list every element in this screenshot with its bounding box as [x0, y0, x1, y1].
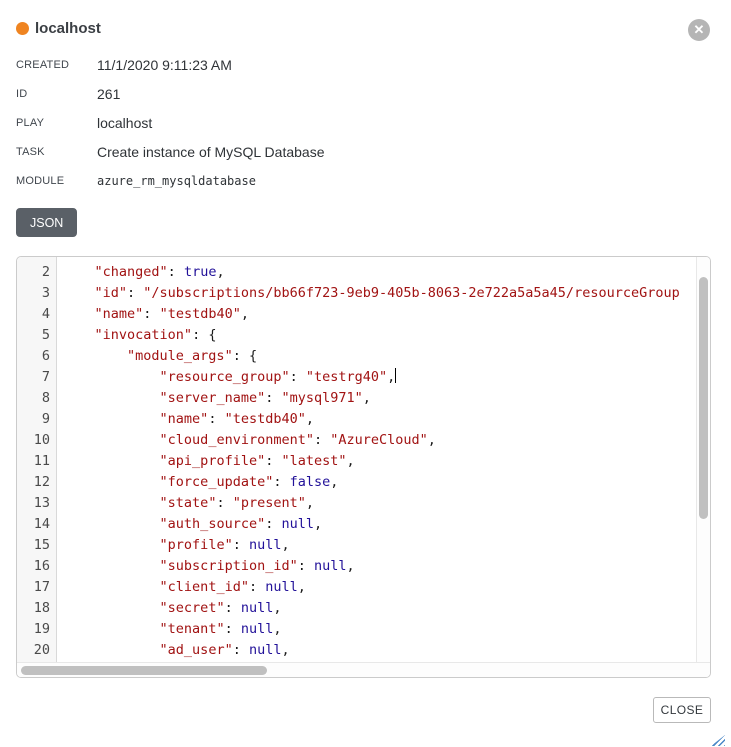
line-content: "name": "testdb40",: [57, 304, 696, 325]
line-number: 17: [17, 577, 57, 598]
line-number: 9: [17, 409, 57, 430]
line-content: "state": "present",: [57, 493, 696, 514]
code-line: 15 "profile": null,: [17, 535, 696, 556]
line-content: "profile": null,: [57, 535, 696, 556]
line-content: "subscription_id": null,: [57, 556, 696, 577]
vertical-scrollbar[interactable]: [696, 257, 710, 662]
line-content: "resource_group": "testrg40",: [57, 367, 696, 388]
detail-row: TASK Create instance of MySQL Database: [16, 137, 616, 166]
line-content: "name": "testdb40",: [57, 409, 696, 430]
detail-value: 261: [97, 86, 120, 102]
code-line: 16 "subscription_id": null,: [17, 556, 696, 577]
detail-label: PLAY: [16, 117, 97, 129]
line-number: 8: [17, 388, 57, 409]
code-line: 7 "resource_group": "testrg40",: [17, 367, 696, 388]
detail-row: CREATED 11/1/2020 9:11:23 AM: [16, 50, 616, 79]
detail-label: ID: [16, 88, 97, 100]
detail-value: azure_rm_mysqldatabase: [97, 174, 256, 188]
modal-title: localhost: [35, 20, 101, 37]
line-content: "invocation": {: [57, 325, 696, 346]
line-number: 5: [17, 325, 57, 346]
line-number: 4: [17, 304, 57, 325]
code-line: 6 "module_args": {: [17, 346, 696, 367]
code-line: 17 "client_id": null,: [17, 577, 696, 598]
line-content: "client_id": null,: [57, 577, 696, 598]
line-number: 15: [17, 535, 57, 556]
line-content: "ad_user": null,: [57, 640, 696, 661]
code-line: 10 "cloud_environment": "AzureCloud",: [17, 430, 696, 451]
detail-label: MODULE: [16, 175, 97, 187]
code-line: 20 "ad_user": null,: [17, 640, 696, 661]
line-content: "server_name": "mysql971",: [57, 388, 696, 409]
code-line: 5 "invocation": {: [17, 325, 696, 346]
line-content: "module_args": {: [57, 346, 696, 367]
code-line: 19 "tenant": null,: [17, 619, 696, 640]
line-content: "changed": true,: [57, 262, 696, 283]
code-line: 14 "auth_source": null,: [17, 514, 696, 535]
code-line: 12 "force_update": false,: [17, 472, 696, 493]
code-line: 3 "id": "/subscriptions/bb66f723-9eb9-40…: [17, 283, 696, 304]
line-number: 12: [17, 472, 57, 493]
detail-label: TASK: [16, 146, 97, 158]
line-content: "auth_source": null,: [57, 514, 696, 535]
json-tab-button[interactable]: JSON: [16, 208, 77, 237]
line-number: 7: [17, 367, 57, 388]
line-content: "secret": null,: [57, 598, 696, 619]
code-line: 2 "changed": true,: [17, 262, 696, 283]
line-number: 14: [17, 514, 57, 535]
horizontal-scrollbar-thumb[interactable]: [21, 666, 267, 675]
line-number: 2: [17, 262, 57, 283]
line-number: 10: [17, 430, 57, 451]
detail-value: 11/1/2020 9:11:23 AM: [97, 57, 232, 73]
horizontal-scrollbar[interactable]: [17, 662, 710, 677]
host-status-dot: [16, 22, 29, 35]
close-button[interactable]: CLOSE: [653, 697, 711, 723]
code-line: 18 "secret": null,: [17, 598, 696, 619]
code-line: 8 "server_name": "mysql971",: [17, 388, 696, 409]
line-content: "tenant": null,: [57, 619, 696, 640]
close-icon[interactable]: ✕: [688, 19, 710, 41]
code-line: 11 "api_profile": "latest",: [17, 451, 696, 472]
json-code-editor[interactable]: 2 "changed": true, 3 "id": "/subscriptio…: [16, 256, 711, 678]
line-number: 6: [17, 346, 57, 367]
detail-value: Create instance of MySQL Database: [97, 144, 325, 160]
line-content: "api_profile": "latest",: [57, 451, 696, 472]
line-number: 11: [17, 451, 57, 472]
detail-row: MODULE azure_rm_mysqldatabase: [16, 166, 616, 195]
code-line: 4 "name": "testdb40",: [17, 304, 696, 325]
text-caret: [395, 368, 396, 383]
event-details: CREATED 11/1/2020 9:11:23 AM ID 261 PLAY…: [16, 50, 616, 195]
detail-row: ID 261: [16, 79, 616, 108]
line-number: 20: [17, 640, 57, 661]
line-number: 16: [17, 556, 57, 577]
line-number: 19: [17, 619, 57, 640]
line-content: "cloud_environment": "AzureCloud",: [57, 430, 696, 451]
line-content: "id": "/subscriptions/bb66f723-9eb9-405b…: [57, 283, 696, 304]
line-number: 3: [17, 283, 57, 304]
code-line: 13 "state": "present",: [17, 493, 696, 514]
detail-label: CREATED: [16, 59, 97, 71]
resize-handle-icon[interactable]: [711, 735, 725, 746]
vertical-scrollbar-thumb[interactable]: [699, 277, 708, 519]
detail-row: PLAY localhost: [16, 108, 616, 137]
line-number: 18: [17, 598, 57, 619]
detail-value: localhost: [97, 115, 152, 131]
code-rows: 2 "changed": true, 3 "id": "/subscriptio…: [17, 262, 696, 661]
code-line: 9 "name": "testdb40",: [17, 409, 696, 430]
line-number: 13: [17, 493, 57, 514]
line-content: "force_update": false,: [57, 472, 696, 493]
